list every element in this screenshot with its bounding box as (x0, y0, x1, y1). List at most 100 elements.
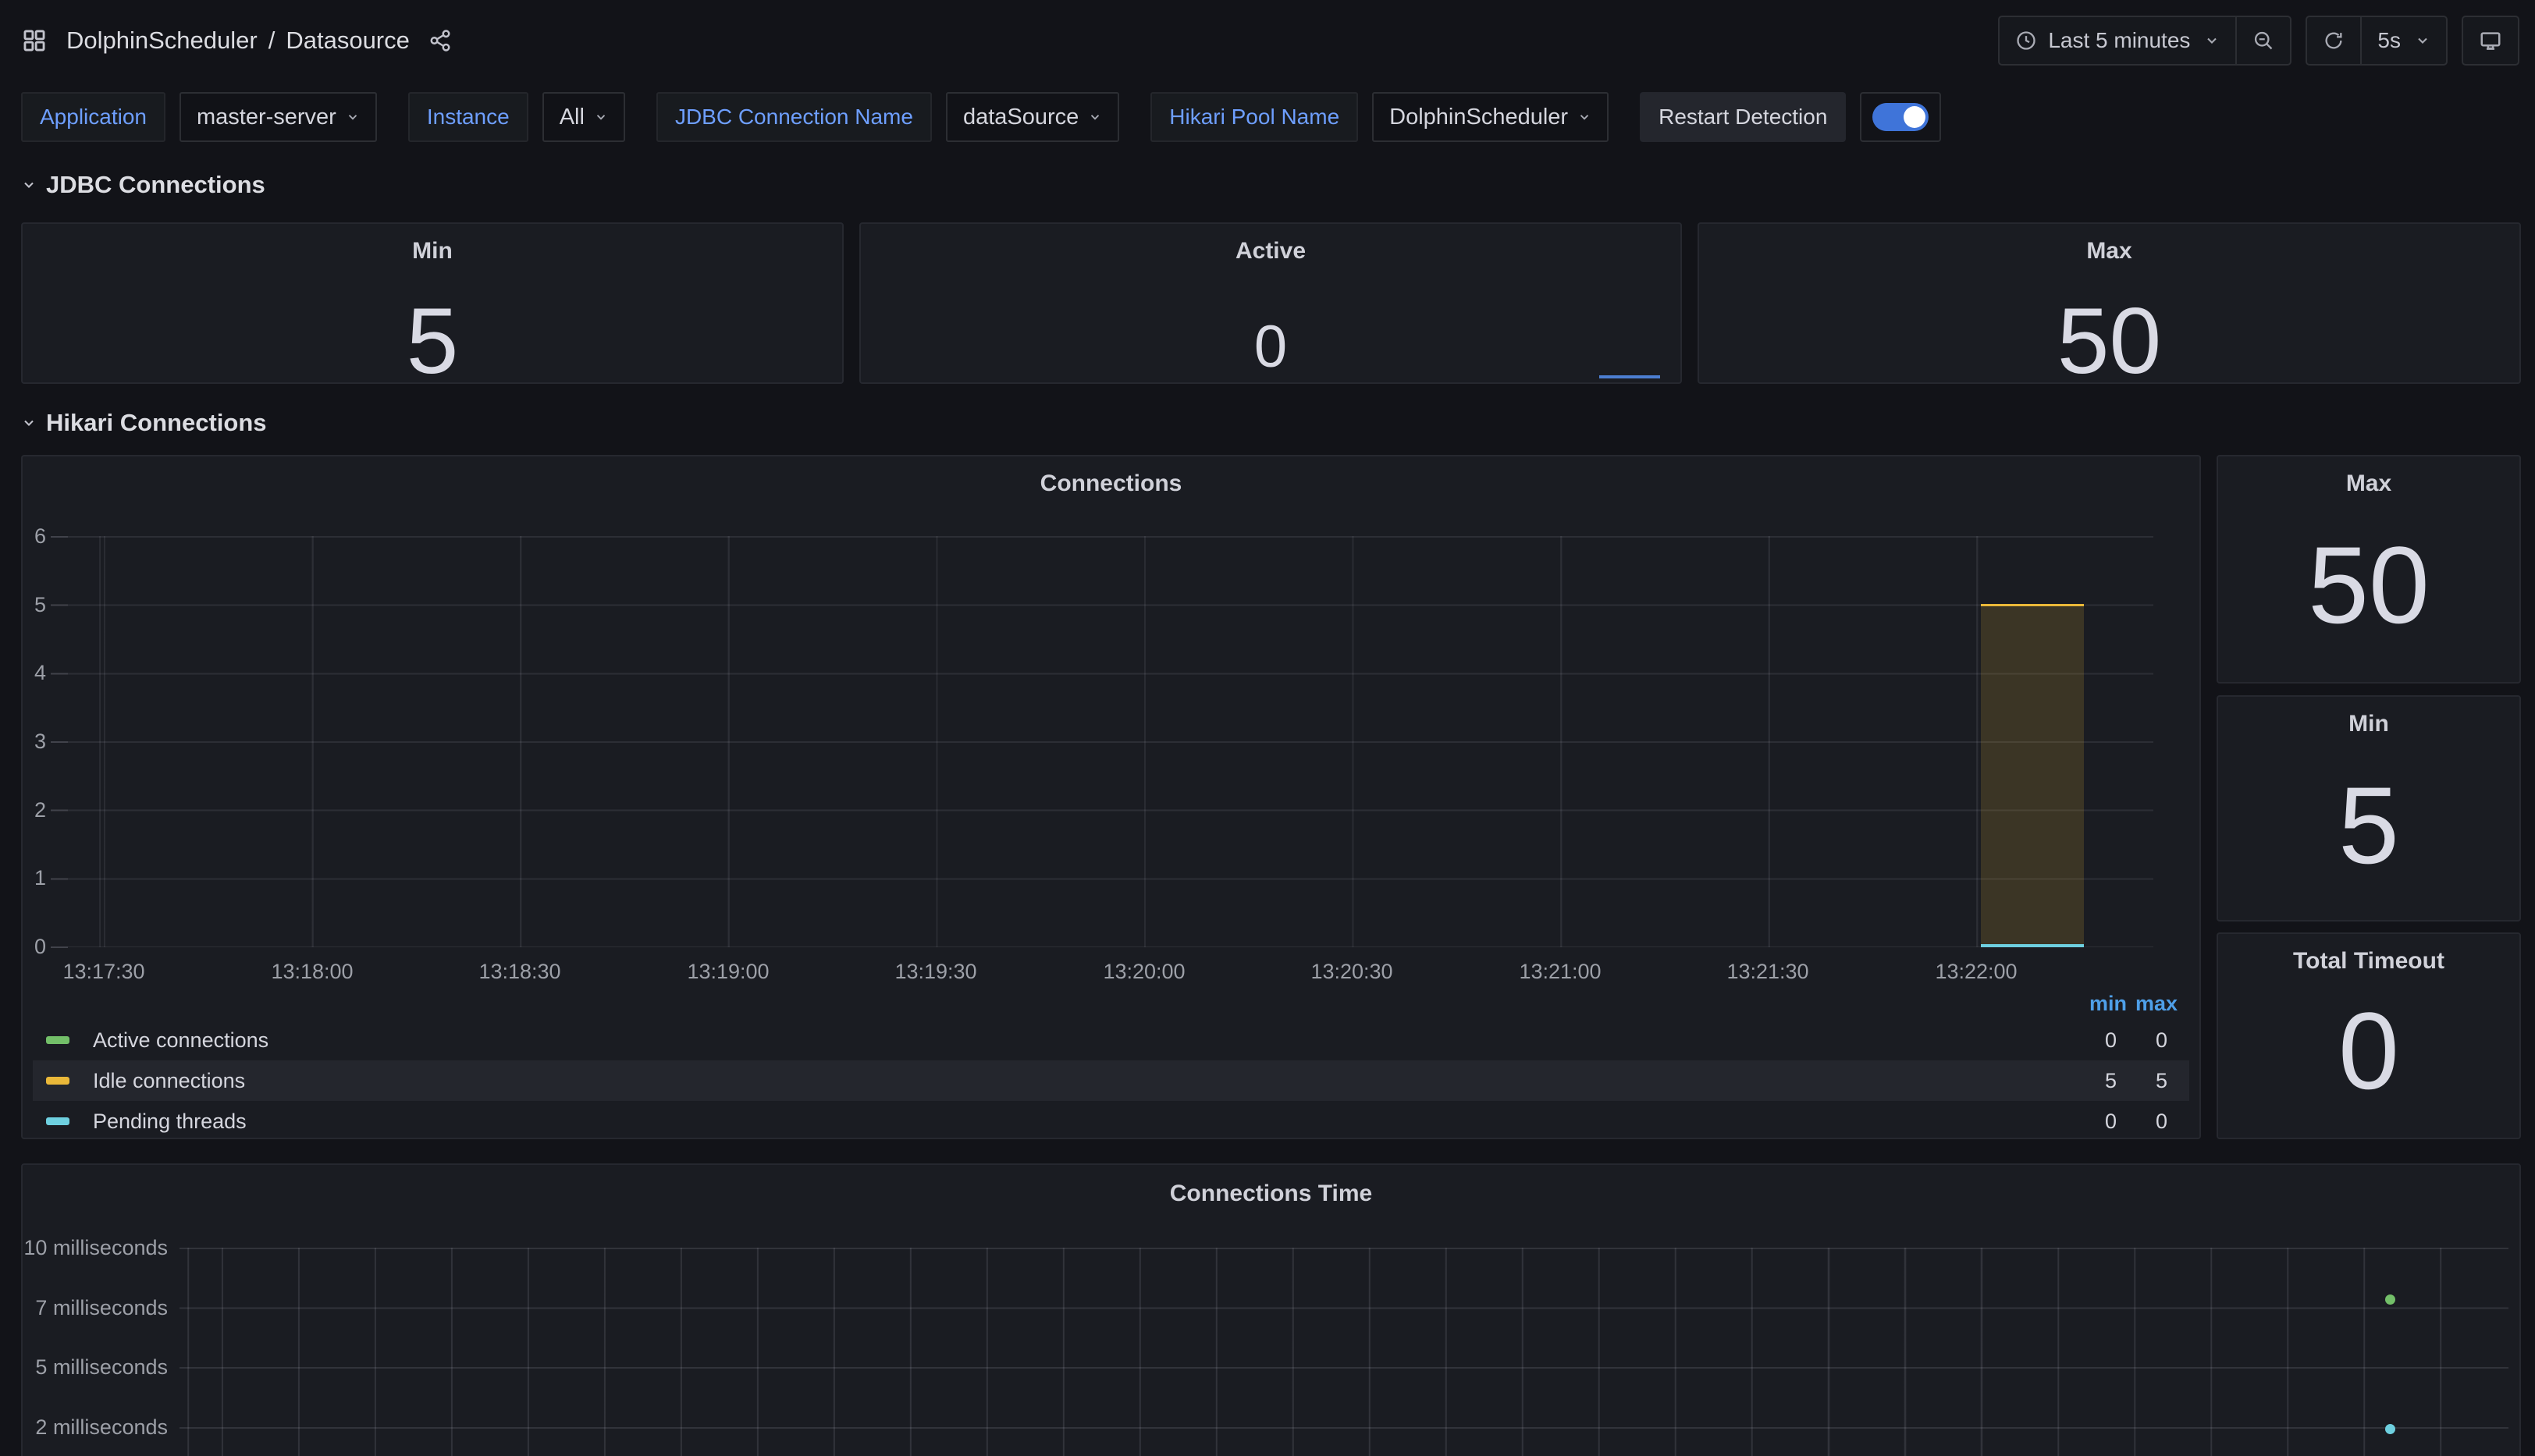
zoom-out-time-button[interactable] (2235, 17, 2290, 64)
stat-value-hikari-max: 50 (2218, 531, 2519, 640)
legend-header-max[interactable]: max (2115, 992, 2178, 1018)
template-variables-bar: Application master-server Instance All J… (21, 92, 1941, 142)
time-range-label: Last 5 minutes (2048, 28, 2190, 53)
x-axis-tick: 13:18:00 (271, 960, 353, 984)
legend-label: Idle connections (93, 1069, 245, 1093)
x-axis-tick: 13:20:00 (1103, 960, 1185, 984)
monitor-icon (2479, 29, 2502, 52)
panel-title-max[interactable]: Max (1699, 238, 2519, 265)
y-axis-tick: 1 (23, 865, 46, 890)
panel-title-total-timeout[interactable]: Total Timeout (2218, 948, 2519, 975)
section-header-hikari-connections[interactable]: Hikari Connections (21, 407, 267, 439)
stat-panel-hikari-max: Max 50 (2217, 455, 2521, 684)
connections-plot-area[interactable] (68, 536, 2153, 947)
legend-label: Active connections (93, 1028, 268, 1053)
filter-selected-application: master-server (197, 105, 336, 130)
y-axis-label: 10 milliseconds (23, 1235, 168, 1260)
legend-swatch-cyan (46, 1117, 69, 1125)
x-axis-tick: 13:19:00 (687, 960, 769, 984)
chevron-down-icon (21, 415, 37, 431)
filter-selected-hikari-pool-name: DolphinScheduler (1389, 105, 1568, 130)
x-axis-tick: 13:21:00 (1519, 960, 1601, 984)
time-controls-group: Last 5 minutes (1998, 16, 2291, 66)
x-axis-tick: 13:21:30 (1726, 960, 1808, 984)
stat-panel-jdbc-max: Max 50 (1698, 222, 2521, 384)
y-axis-tick: 4 (23, 660, 46, 685)
time-range-picker[interactable]: Last 5 minutes (2000, 17, 2235, 64)
refresh-interval-label: 5s (2377, 28, 2401, 53)
refresh-controls-group: 5s (2306, 16, 2448, 66)
kiosk-group (2462, 16, 2519, 66)
section-title-hikari: Hikari Connections (46, 409, 267, 437)
panel-title-connections-time[interactable]: Connections Time (23, 1181, 2519, 1207)
stat-panel-hikari-min: Min 5 (2217, 695, 2521, 922)
legend-max-value: 5 (2105, 1069, 2167, 1093)
breadcrumb-separator: / (268, 27, 276, 55)
chevron-down-icon (1577, 110, 1591, 124)
stat-value-max: 50 (1699, 294, 2519, 388)
x-axis-tick: 13:22:00 (1935, 960, 2017, 984)
legend-swatch-green (46, 1036, 69, 1044)
y-axis-tick: 5 (23, 592, 46, 617)
y-axis-label: 2 milliseconds (23, 1415, 168, 1440)
legend-row-pending-threads[interactable]: Pending threads 0 0 (33, 1101, 2189, 1142)
idle-connections-area-series (1981, 604, 2084, 947)
breadcrumb-current-page[interactable]: Datasource (286, 27, 410, 55)
y-axis-tick: 0 (23, 934, 46, 959)
panel-title-hikari-min[interactable]: Min (2218, 711, 2519, 737)
top-navigation-bar: DolphinScheduler / Datasource (0, 0, 2535, 81)
section-header-jdbc-connections[interactable]: JDBC Connections (21, 169, 265, 201)
filter-value-jdbc-connection-name[interactable]: dataSource (946, 92, 1119, 142)
panel-title-min[interactable]: Min (23, 238, 842, 265)
legend-label: Pending threads (93, 1110, 247, 1134)
refresh-interval-dropdown[interactable]: 5s (2360, 17, 2446, 64)
x-axis-tick: 13:20:30 (1310, 960, 1392, 984)
legend-max-value: 0 (2105, 1110, 2167, 1134)
dashboard-grid-icon[interactable] (21, 27, 48, 54)
filter-value-application[interactable]: master-server (180, 92, 377, 142)
legend-row-active-connections[interactable]: Active connections 0 0 (33, 1020, 2189, 1060)
panel-connections-time: Connections Time 10 milliseconds 7 milli… (21, 1163, 2521, 1456)
panel-title-connections[interactable]: Connections (23, 471, 2199, 497)
filter-label-jdbc-connection-name[interactable]: JDBC Connection Name (656, 92, 932, 142)
kiosk-mode-button[interactable] (2463, 17, 2518, 64)
filter-label-hikari-pool-name[interactable]: Hikari Pool Name (1150, 92, 1358, 142)
section-title-jdbc: JDBC Connections (46, 171, 265, 199)
y-axis-label: 5 milliseconds (23, 1355, 168, 1380)
y-axis-tick: 6 (23, 524, 46, 549)
filter-value-instance[interactable]: All (542, 92, 625, 142)
stat-panel-total-timeout: Total Timeout 0 (2217, 932, 2521, 1139)
restart-detection-toggle[interactable] (1872, 103, 1929, 131)
pending-threads-line-series (1981, 944, 2084, 947)
refresh-button[interactable] (2307, 17, 2360, 64)
restart-detection-label: Restart Detection (1640, 92, 1846, 142)
legend-max-value: 0 (2105, 1028, 2167, 1053)
breadcrumb-dashboard-title[interactable]: DolphinScheduler (66, 27, 258, 55)
stat-value-hikari-min: 5 (2218, 771, 2519, 880)
y-axis-tick-marks (51, 536, 68, 949)
legend-row-idle-connections[interactable]: Idle connections 5 5 (33, 1060, 2189, 1101)
y-axis-label: 7 milliseconds (23, 1295, 168, 1320)
chevron-down-icon (21, 177, 37, 193)
breadcrumb: DolphinScheduler / Datasource (66, 27, 410, 55)
filter-label-application[interactable]: Application (21, 92, 165, 142)
panel-connections: Connections 6 5 4 3 2 1 0 13:17:30 13:18… (21, 455, 2201, 1139)
stat-value-active: 0 (861, 318, 1680, 377)
restart-detection-toggle-box (1860, 92, 1941, 142)
zoom-out-icon (2252, 30, 2274, 51)
chevron-down-icon (2415, 33, 2430, 48)
clock-icon (2015, 30, 2037, 51)
filter-selected-jdbc-connection-name: dataSource (963, 105, 1079, 130)
filter-label-instance[interactable]: Instance (408, 92, 528, 142)
stat-panel-jdbc-min: Min 5 (21, 222, 844, 384)
filter-value-hikari-pool-name[interactable]: DolphinScheduler (1372, 92, 1609, 142)
share-icon[interactable] (428, 29, 452, 52)
chevron-down-icon (346, 110, 360, 124)
grafana-dashboard: DolphinScheduler / Datasource (0, 0, 2535, 1456)
connections-time-plot-area[interactable] (180, 1248, 2508, 1456)
y-axis-tick: 3 (23, 729, 46, 754)
y-axis-tick: 2 (23, 797, 46, 822)
panel-title-hikari-max[interactable]: Max (2218, 471, 2519, 497)
chevron-down-icon (1088, 110, 1102, 124)
panel-title-active[interactable]: Active (861, 238, 1680, 265)
